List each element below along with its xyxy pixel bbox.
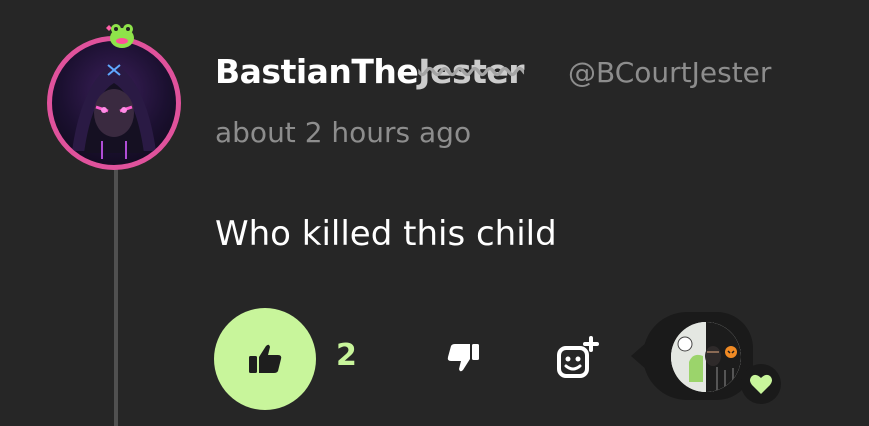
add-reaction-button[interactable] [553, 334, 603, 384]
avatar-illustration [72, 63, 156, 159]
post-body: Who killed this child [215, 214, 557, 254]
author-avatar[interactable] [47, 36, 181, 170]
like-button[interactable] [214, 308, 316, 410]
author-display-name-prefix: BastianThe [215, 52, 419, 91]
post-timestamp: about 2 hours ago [215, 116, 472, 149]
thumbs-down-icon [447, 344, 479, 372]
author-display-name[interactable]: BastianTheJester [215, 52, 525, 91]
heart-icon [750, 374, 772, 394]
reactor-avatar-illustration [671, 322, 741, 392]
frog-badge-icon [106, 24, 134, 48]
add-reaction-icon [557, 336, 599, 378]
like-count: 2 [336, 338, 357, 373]
author-avatar-container[interactable] [47, 24, 187, 170]
reactor-avatar[interactable] [671, 322, 741, 392]
reaction-heart-badge [741, 364, 781, 404]
author-handle[interactable]: @BCourtJester [568, 56, 771, 89]
author-display-name-glitch: Jester [418, 52, 525, 91]
thread-line [114, 160, 118, 426]
dislike-button[interactable] [444, 338, 484, 378]
thumbs-up-icon [249, 344, 282, 373]
reactions-summary[interactable] [631, 312, 783, 404]
